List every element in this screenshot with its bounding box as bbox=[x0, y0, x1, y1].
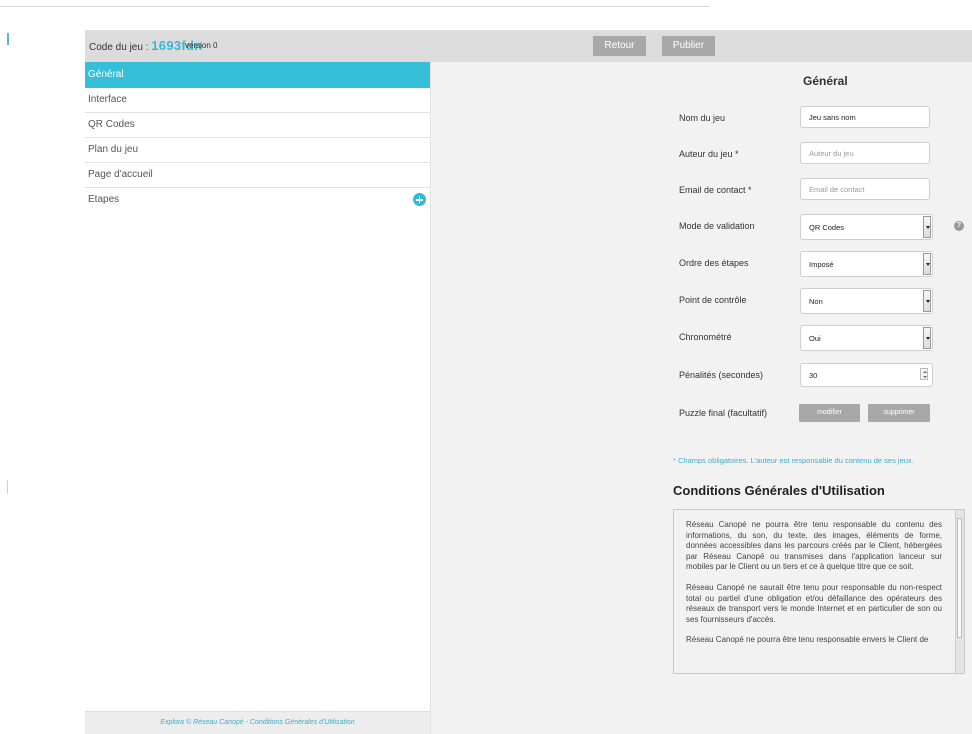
top-divider bbox=[0, 6, 710, 7]
sidebar-item-label: Interface bbox=[88, 94, 127, 105]
sidebar-item-label: Etapes bbox=[88, 194, 120, 205]
author-input[interactable]: Auteur du jeu bbox=[800, 142, 930, 164]
validation-select[interactable]: QR Codes bbox=[800, 214, 933, 240]
game-name-input[interactable]: Jeu sans nom bbox=[800, 106, 930, 128]
sidebar-item-steps[interactable]: Etapes bbox=[85, 188, 430, 212]
help-icon[interactable]: ? bbox=[954, 221, 964, 231]
step-order-label: Ordre des étapes bbox=[679, 258, 749, 268]
sidebar-item-game-map[interactable]: Plan du jeu bbox=[85, 138, 430, 163]
spinner-icon[interactable] bbox=[920, 368, 928, 380]
penalties-label: Pénalités (secondes) bbox=[679, 370, 764, 380]
timed-select[interactable]: Oui bbox=[800, 325, 933, 351]
timed-row: Chronométré Oui bbox=[679, 325, 972, 351]
left-edge-divider bbox=[7, 480, 8, 494]
modify-puzzle-button[interactable]: modifier bbox=[799, 404, 860, 422]
sidebar-item-label: Page d'accueil bbox=[88, 169, 153, 180]
final-puzzle-row: Puzzle final (facultatif) modifier suppr… bbox=[679, 404, 972, 430]
chevron-down-icon[interactable] bbox=[923, 290, 931, 312]
publish-button[interactable]: Publier bbox=[662, 36, 715, 56]
terms-paragraph: Réseau Canopé ne saurait être tenu pour … bbox=[686, 582, 942, 624]
sidebar-item-interface[interactable]: Interface bbox=[85, 88, 430, 113]
step-order-value: Imposé bbox=[809, 260, 834, 269]
sidebar-item-label: QR Codes bbox=[88, 119, 135, 130]
left-edge-mark bbox=[7, 33, 9, 45]
top-bar: Code du jeu : 1693fdn version 0 Retour P… bbox=[85, 30, 972, 62]
sidebar-item-general[interactable]: Général bbox=[85, 62, 430, 88]
terms-scrollbar[interactable] bbox=[955, 510, 964, 673]
chevron-down-icon[interactable] bbox=[923, 216, 931, 238]
step-order-select[interactable]: Imposé bbox=[800, 251, 933, 277]
back-button[interactable]: Retour bbox=[593, 36, 646, 56]
terms-paragraph: Réseau Canopé ne pourra être tenu respon… bbox=[686, 520, 942, 572]
sidebar-item-qr-codes[interactable]: QR Codes bbox=[85, 113, 430, 138]
validation-value: QR Codes bbox=[809, 223, 845, 232]
game-version: version 0 bbox=[185, 41, 218, 50]
step-order-row: Ordre des étapes Imposé bbox=[679, 251, 972, 277]
email-label: Email de contact * bbox=[679, 185, 752, 195]
sidebar-item-label: Plan du jeu bbox=[88, 144, 139, 155]
chevron-down-icon[interactable] bbox=[923, 253, 931, 275]
required-fields-note: * Champs obligatoires. L'auteur est resp… bbox=[673, 456, 914, 465]
final-puzzle-label: Puzzle final (facultatif) bbox=[679, 408, 768, 418]
game-name-label: Nom du jeu bbox=[679, 113, 726, 123]
timed-value: Oui bbox=[809, 334, 821, 343]
timed-label: Chronométré bbox=[679, 332, 732, 342]
plus-circle-icon[interactable] bbox=[413, 193, 426, 206]
game-name-row: Nom du jeu Jeu sans nom bbox=[679, 106, 972, 132]
validation-label: Mode de validation bbox=[679, 221, 755, 231]
email-row: Email de contact * Email de contact bbox=[679, 178, 972, 204]
checkpoint-value: Non bbox=[809, 297, 823, 306]
checkpoint-select[interactable]: Non bbox=[800, 288, 933, 314]
penalties-input[interactable]: 30 bbox=[800, 363, 933, 387]
scrollbar-thumb[interactable] bbox=[957, 518, 962, 638]
main-panel: Général Nom du jeu Jeu sans nom Auteur d… bbox=[431, 62, 972, 734]
checkpoint-label: Point de contrôle bbox=[679, 295, 747, 305]
terms-text: Réseau Canopé ne pourra être tenu respon… bbox=[674, 510, 964, 646]
game-code-label: Code du jeu : bbox=[89, 42, 152, 53]
terms-paragraph: Réseau Canopé ne pourra être tenu respon… bbox=[686, 635, 929, 645]
checkpoint-row: Point de contrôle Non bbox=[679, 288, 972, 314]
sidebar-item-home-page[interactable]: Page d'accueil bbox=[85, 163, 430, 188]
sidebar: Général Interface QR Codes Plan du jeu P… bbox=[85, 62, 431, 734]
terms-box[interactable]: Réseau Canopé ne pourra être tenu respon… bbox=[673, 509, 965, 674]
email-input[interactable]: Email de contact bbox=[800, 178, 930, 200]
delete-puzzle-button[interactable]: supprimer bbox=[868, 404, 930, 422]
author-label: Auteur du jeu * bbox=[679, 149, 739, 159]
penalties-row: Pénalités (secondes) 30 bbox=[679, 363, 972, 389]
chevron-down-icon[interactable] bbox=[923, 327, 931, 349]
author-row: Auteur du jeu * Auteur du jeu bbox=[679, 142, 972, 168]
sidebar-item-label: Général bbox=[88, 69, 124, 80]
validation-row: Mode de validation QR Codes ? bbox=[679, 214, 972, 240]
terms-title: Conditions Générales d'Utilisation bbox=[673, 483, 885, 498]
sidebar-footer[interactable]: Explora © Réseau Canopé - Conditions Gén… bbox=[85, 711, 430, 734]
page-title: Général bbox=[803, 74, 848, 88]
penalties-value: 30 bbox=[809, 371, 818, 380]
